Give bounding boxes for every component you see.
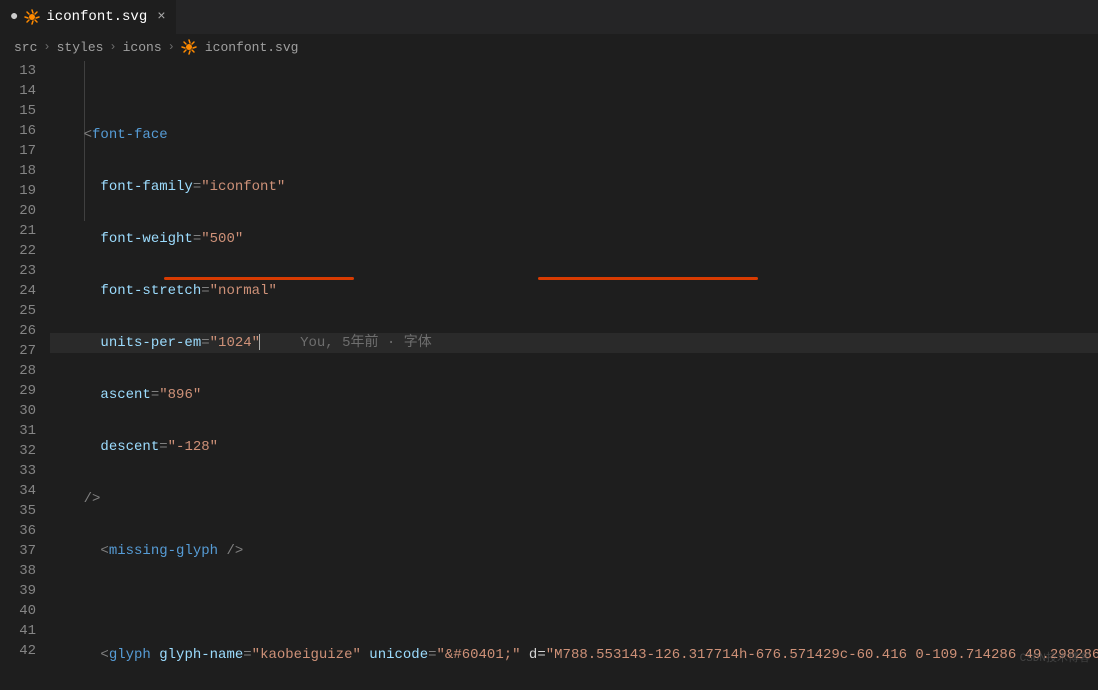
- line-number: 34: [0, 481, 50, 501]
- code-line: ascent="896": [50, 385, 1098, 405]
- svg-file-icon: [181, 39, 197, 55]
- code-line: <font-face: [50, 125, 1098, 145]
- breadcrumb-segment[interactable]: src: [14, 40, 37, 55]
- line-number: 23: [0, 261, 50, 281]
- line-number: 14: [0, 81, 50, 101]
- code-line: />: [50, 489, 1098, 509]
- line-number: 41: [0, 621, 50, 641]
- code-line: font-family="iconfont": [50, 177, 1098, 197]
- breadcrumb-segment[interactable]: icons: [123, 40, 162, 55]
- line-number: 32: [0, 441, 50, 461]
- code-line: font-stretch="normal": [50, 281, 1098, 301]
- line-number: 16: [0, 121, 50, 141]
- code-line: <glyph glyph-name="kaobeiguize" unicode=…: [50, 645, 1098, 665]
- chevron-right-icon: ›: [168, 40, 175, 54]
- line-number: 21: [0, 221, 50, 241]
- line-number: 33: [0, 461, 50, 481]
- line-number: 40: [0, 601, 50, 621]
- line-number: 15: [0, 101, 50, 121]
- modified-indicator: ●: [10, 9, 18, 25]
- line-number: 26: [0, 321, 50, 341]
- tab-iconfont[interactable]: ● iconfont.svg ×: [0, 0, 176, 34]
- code-line: [50, 593, 1098, 613]
- line-number: 24: [0, 281, 50, 301]
- line-number: 19: [0, 181, 50, 201]
- line-number: 17: [0, 141, 50, 161]
- line-number: 22: [0, 241, 50, 261]
- line-number: 29: [0, 381, 50, 401]
- breadcrumb-segment[interactable]: iconfont.svg: [205, 40, 299, 55]
- line-number: 37: [0, 541, 50, 561]
- close-icon[interactable]: ×: [157, 9, 165, 25]
- code-line-active: units-per-em="1024"You, 5年前 · 字体: [50, 333, 1098, 353]
- line-number: 20: [0, 201, 50, 221]
- code-line: descent="-128": [50, 437, 1098, 457]
- line-number: 38: [0, 561, 50, 581]
- line-number: 25: [0, 301, 50, 321]
- code-line: font-weight="500": [50, 229, 1098, 249]
- chevron-right-icon: ›: [109, 40, 116, 54]
- line-number: 42: [0, 641, 50, 661]
- watermark: CSDN技术博客: [1020, 649, 1090, 665]
- highlight-underline: [164, 277, 354, 280]
- line-number: 31: [0, 421, 50, 441]
- tab-bar: ● iconfont.svg ×: [0, 0, 1098, 35]
- code-area[interactable]: <font-face font-family="iconfont" font-w…: [50, 59, 1098, 689]
- line-number: 39: [0, 581, 50, 601]
- text-cursor: [259, 334, 260, 350]
- line-number: 18: [0, 161, 50, 181]
- line-number: 36: [0, 521, 50, 541]
- line-number: 27: [0, 341, 50, 361]
- svg-file-icon: [24, 9, 40, 25]
- blame-annotation: You, 5年前 · 字体: [300, 335, 432, 351]
- highlight-underline: [538, 277, 758, 280]
- line-number: 13: [0, 61, 50, 81]
- breadcrumb[interactable]: src › styles › icons › iconfont.svg: [0, 35, 1098, 59]
- breadcrumb-segment[interactable]: styles: [57, 40, 104, 55]
- line-number: 30: [0, 401, 50, 421]
- tab-label: iconfont.svg: [46, 9, 147, 25]
- line-number: 35: [0, 501, 50, 521]
- chevron-right-icon: ›: [43, 40, 50, 54]
- line-number-gutter: 1314151617181920212223242526272829303132…: [0, 59, 50, 689]
- line-number: 28: [0, 361, 50, 381]
- code-line: <missing-glyph />: [50, 541, 1098, 561]
- code-editor[interactable]: 1314151617181920212223242526272829303132…: [0, 59, 1098, 689]
